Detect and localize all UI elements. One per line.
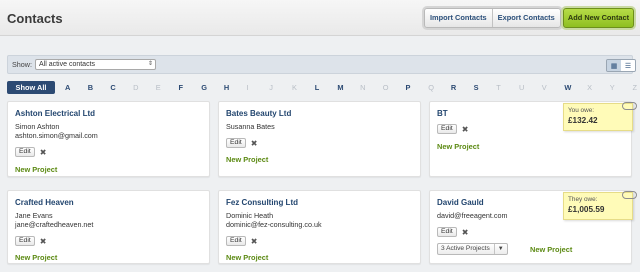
- letter-filter-i: I: [246, 83, 249, 92]
- contact-name-link[interactable]: Fez Consulting Ltd: [226, 198, 298, 207]
- paperclip-icon: [622, 102, 637, 110]
- contact-filter-select[interactable]: All active contacts ⇕: [35, 59, 156, 70]
- show-label: Show:: [12, 60, 32, 69]
- balance-label: You owe:: [568, 107, 595, 114]
- card-actions: Edit ✖: [437, 227, 468, 237]
- new-project-link[interactable]: New Project: [226, 253, 268, 262]
- letter-filter-y: Y: [609, 83, 615, 92]
- letter-filter-g[interactable]: G: [201, 83, 207, 92]
- contact-name-link[interactable]: Bates Beauty Ltd: [226, 109, 291, 118]
- letter-filter-u: U: [519, 83, 525, 92]
- contact-card: Crafted Heaven Jane Evans jane@craftedhe…: [7, 190, 210, 264]
- letter-filter-o: O: [382, 83, 389, 92]
- contact-email: david@freeagent.com: [437, 211, 508, 220]
- chevron-updown-icon: ⇕: [147, 61, 153, 67]
- delete-icon[interactable]: ✖: [251, 237, 258, 246]
- edit-button[interactable]: Edit: [226, 138, 246, 148]
- contact-card: Bates Beauty Ltd Susanna Bates Edit ✖ Ne…: [218, 101, 421, 177]
- letter-filter-f[interactable]: F: [179, 83, 184, 92]
- letter-filter-a[interactable]: A: [65, 83, 70, 92]
- edit-button[interactable]: Edit: [15, 147, 35, 157]
- new-project-link[interactable]: New Project: [530, 245, 572, 254]
- contact-name-link[interactable]: BT: [437, 109, 448, 118]
- letter-filter-s[interactable]: S: [474, 83, 479, 92]
- add-new-contact-button[interactable]: Add New Contact: [563, 8, 634, 28]
- balance-label: They owe:: [568, 196, 598, 203]
- letter-filter-m[interactable]: M: [337, 83, 343, 92]
- view-toggle: ▦ ☰: [606, 59, 636, 72]
- edit-button[interactable]: Edit: [226, 236, 246, 246]
- contact-name-link[interactable]: Crafted Heaven: [15, 198, 74, 207]
- contact-filter-value: All active contacts: [39, 61, 96, 68]
- delete-icon[interactable]: ✖: [251, 139, 258, 148]
- balance-amount: £1,005.59: [568, 205, 605, 214]
- letter-filter-k: K: [292, 83, 297, 92]
- edit-button[interactable]: Edit: [437, 227, 457, 237]
- letter-filter-w[interactable]: W: [564, 83, 571, 92]
- new-project-link[interactable]: New Project: [437, 142, 479, 151]
- chevron-down-icon: ▼: [493, 244, 504, 254]
- contact-person: Jane Evans: [15, 211, 53, 220]
- contact-person: Dominic Heath: [226, 211, 274, 220]
- contact-name-link[interactable]: Ashton Electrical Ltd: [15, 109, 95, 118]
- contact-card: Ashton Electrical Ltd Simon Ashton ashto…: [7, 101, 210, 177]
- letter-filter-c[interactable]: C: [110, 83, 115, 92]
- letter-filter-x: X: [587, 83, 593, 92]
- import-contacts-button[interactable]: Import Contacts: [425, 9, 492, 27]
- letter-filter-z: Z: [632, 83, 638, 92]
- list-view-icon[interactable]: ☰: [621, 60, 635, 71]
- contact-person: Simon Ashton: [15, 122, 60, 131]
- letter-filter-v: V: [541, 83, 547, 92]
- new-project-link[interactable]: New Project: [15, 165, 57, 174]
- alphabet-filter: Show All A B C D E F G H I J K L M N O P Q R S T U V W X Y Z: [7, 81, 637, 94]
- letter-filter-r[interactable]: R: [451, 83, 456, 92]
- letter-filter-p[interactable]: P: [406, 83, 411, 92]
- export-contacts-button[interactable]: Export Contacts: [491, 9, 560, 27]
- import-export-button-group: Import Contacts Export Contacts: [424, 8, 561, 28]
- contact-email: dominic@fez-consulting.co.uk: [226, 220, 322, 229]
- card-actions: Edit ✖: [15, 236, 46, 246]
- delete-icon[interactable]: ✖: [462, 125, 469, 134]
- active-projects-dropdown[interactable]: 3 Active Projects ▼: [437, 243, 508, 255]
- card-actions: Edit ✖: [226, 138, 257, 148]
- letter-filter-q: Q: [428, 83, 434, 92]
- new-project-link[interactable]: New Project: [15, 253, 57, 262]
- edit-button[interactable]: Edit: [15, 236, 35, 246]
- contact-email: ashton.simon@gmail.com: [15, 131, 98, 140]
- delete-icon[interactable]: ✖: [40, 237, 47, 246]
- letter-filter-h[interactable]: H: [224, 83, 229, 92]
- card-actions: Edit ✖: [437, 124, 468, 134]
- letter-filter-b[interactable]: B: [88, 83, 93, 92]
- letter-filter-t: T: [496, 83, 501, 92]
- edit-button[interactable]: Edit: [437, 124, 457, 134]
- letter-filter-d: D: [133, 83, 139, 92]
- contact-email: jane@craftedheaven.net: [15, 220, 94, 229]
- page-header: Contacts Import Contacts Export Contacts…: [0, 0, 640, 36]
- paperclip-icon: [622, 191, 637, 199]
- letter-filter-n: N: [360, 83, 366, 92]
- delete-icon[interactable]: ✖: [40, 148, 47, 157]
- card-actions: Edit ✖: [15, 147, 46, 157]
- letter-filter-j: J: [269, 83, 273, 92]
- contact-card: Fez Consulting Ltd Dominic Heath dominic…: [218, 190, 421, 264]
- page-title: Contacts: [7, 11, 63, 26]
- delete-icon[interactable]: ✖: [462, 228, 469, 237]
- show-all-button[interactable]: Show All: [7, 81, 55, 94]
- active-projects-label: 3 Active Projects: [441, 245, 490, 252]
- contact-name-link[interactable]: David Gauld: [437, 198, 484, 207]
- letter-filter-l[interactable]: L: [315, 83, 320, 92]
- balance-amount: £132.42: [568, 116, 598, 125]
- letter-filter-e: E: [155, 83, 161, 92]
- filter-bar: Show: All active contacts ⇕ ▦ ☰: [7, 55, 636, 74]
- new-project-link[interactable]: New Project: [226, 155, 268, 164]
- card-actions: Edit ✖: [226, 236, 257, 246]
- grid-view-icon[interactable]: ▦: [607, 60, 621, 71]
- contact-person: Susanna Bates: [226, 122, 275, 131]
